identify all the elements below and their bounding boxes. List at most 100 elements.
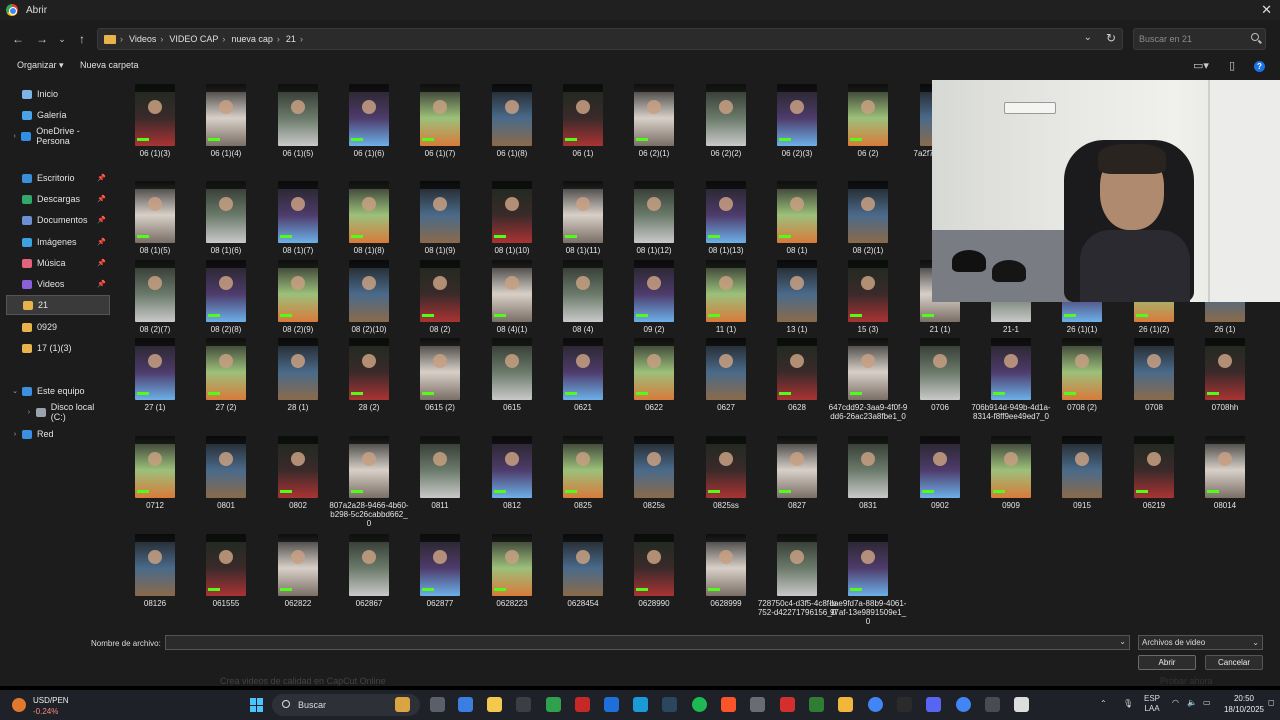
file-thumbnail[interactable] <box>706 436 746 498</box>
file-name[interactable]: 0712 <box>115 501 195 510</box>
file-name[interactable]: 06 (1)(5) <box>258 149 338 158</box>
brave-icon[interactable] <box>721 697 736 712</box>
file-name[interactable]: 0915 <box>1042 501 1122 510</box>
file-thumbnail[interactable] <box>777 260 817 322</box>
file-thumbnail[interactable] <box>1134 338 1174 400</box>
breadcrumb-21[interactable]: 21 <box>286 34 296 44</box>
file-thumbnail[interactable] <box>920 338 960 400</box>
file-name[interactable]: 21-1 <box>971 325 1051 334</box>
file-name[interactable]: 27 (2) <box>186 403 266 412</box>
file-thumbnail[interactable] <box>777 181 817 243</box>
epic-games-icon[interactable] <box>897 697 912 712</box>
file-name[interactable]: 728750c4-d3f5-4c8f-b752-d42271796156_0 <box>757 599 837 617</box>
file-name[interactable]: 26 (1)(1) <box>1042 325 1122 334</box>
sidebar-item-0929[interactable]: 0929 <box>6 317 110 337</box>
file-name[interactable]: 08 (1)(13) <box>686 246 766 255</box>
file-name[interactable]: 26 (1) <box>1185 325 1265 334</box>
sidebar-item-este-equipo[interactable]: ⌄ Este equipo <box>6 381 110 401</box>
sidebar-item-21[interactable]: 21 <box>6 295 110 315</box>
file-name[interactable]: 06 (2)(3) <box>757 149 837 158</box>
file-thumbnail[interactable] <box>991 436 1031 498</box>
file-name[interactable]: 06 (1)(6) <box>329 149 409 158</box>
sidebar-item-escritorio[interactable]: Escritorio 📌 <box>6 168 110 188</box>
file-thumbnail[interactable] <box>777 84 817 146</box>
notification-icon[interactable]: ◻ <box>1268 698 1275 707</box>
file-thumbnail[interactable] <box>492 436 532 498</box>
file-name[interactable]: 807a2a28-9466-4b60-b298-5c26cabbd662_0 <box>329 501 409 528</box>
cancel-button[interactable]: Cancelar <box>1205 655 1263 670</box>
file-thumbnail[interactable] <box>563 181 603 243</box>
file-name[interactable]: 28 (1) <box>258 403 338 412</box>
wifi-icon[interactable]: ◠ <box>1172 698 1179 707</box>
file-name[interactable]: 0827 <box>757 501 837 510</box>
file-name[interactable]: 0902 <box>900 501 980 510</box>
file-name[interactable]: 21 (1) <box>900 325 980 334</box>
sidebar-item-onedrive-persona[interactable]: › OneDrive - Persona <box>6 126 110 146</box>
file-name[interactable]: 08 (1)(6) <box>186 246 266 255</box>
chevron-up-icon[interactable]: ⌃ <box>1100 699 1107 708</box>
file-name[interactable]: 0825s <box>614 501 694 510</box>
file-thumbnail[interactable] <box>634 338 674 400</box>
back-icon[interactable]: ← <box>10 30 26 48</box>
file-thumbnail[interactable] <box>634 260 674 322</box>
file-name[interactable]: 0628990 <box>614 599 694 608</box>
file-name[interactable]: 06 (1)(7) <box>400 149 480 158</box>
file-thumbnail[interactable] <box>278 534 318 596</box>
file-name[interactable]: 06 (2) <box>828 149 908 158</box>
chrome-taskbar-icon[interactable] <box>868 697 883 712</box>
pin-icon[interactable]: 📌 <box>97 259 106 267</box>
file-thumbnail[interactable] <box>420 436 460 498</box>
file-thumbnail[interactable] <box>634 181 674 243</box>
file-thumbnail[interactable] <box>135 260 175 322</box>
edge-icon[interactable] <box>633 697 648 712</box>
file-thumbnail[interactable] <box>349 181 389 243</box>
file-thumbnail[interactable] <box>563 84 603 146</box>
sidebar-item-red[interactable]: › Red <box>6 424 110 444</box>
file-thumbnail[interactable] <box>920 436 960 498</box>
file-thumbnail[interactable] <box>492 181 532 243</box>
expand-chevron-icon[interactable]: › <box>24 409 34 416</box>
file-name[interactable]: 11 (1) <box>686 325 766 334</box>
file-thumbnail[interactable] <box>420 84 460 146</box>
file-thumbnail[interactable] <box>1062 436 1102 498</box>
file-name[interactable]: 08 (1)(5) <box>115 246 195 255</box>
file-name[interactable]: 15 (3) <box>828 325 908 334</box>
file-thumbnail[interactable] <box>848 534 888 596</box>
file-thumbnail[interactable] <box>135 181 175 243</box>
file-explorer-icon[interactable] <box>838 697 853 712</box>
file-name[interactable]: 08014 <box>1185 501 1265 510</box>
sidebar-item-17-1-3[interactable]: 17 (1)(3) <box>6 338 110 358</box>
file-thumbnail[interactable] <box>278 436 318 498</box>
forward-icon[interactable]: → <box>34 30 50 48</box>
file-name[interactable]: 08 (2) <box>400 325 480 334</box>
file-thumbnail[interactable] <box>492 84 532 146</box>
file-name[interactable]: 08 (2)(1) <box>828 246 908 255</box>
breadcrumb-nueva-cap[interactable]: nueva cap <box>231 34 273 44</box>
file-name[interactable]: 062822 <box>258 599 338 608</box>
file-name[interactable]: 08 (1)(9) <box>400 246 480 255</box>
file-name[interactable]: 0831 <box>828 501 908 510</box>
file-name[interactable]: 0622 <box>614 403 694 412</box>
file-name[interactable]: 08 (1)(10) <box>472 246 552 255</box>
chevron-down-icon[interactable]: ⌄ <box>1084 32 1092 43</box>
file-thumbnail[interactable] <box>777 534 817 596</box>
file-thumbnail[interactable] <box>848 436 888 498</box>
pin-icon[interactable]: 📌 <box>97 238 106 246</box>
sidebar-item-m-sica[interactable]: Música 📌 <box>6 253 110 273</box>
file-thumbnail[interactable] <box>349 260 389 322</box>
search-box[interactable] <box>1133 28 1266 50</box>
file-thumbnail[interactable] <box>206 260 246 322</box>
file-thumbnail[interactable] <box>848 181 888 243</box>
task-view-icon[interactable] <box>430 697 445 712</box>
file-thumbnail[interactable] <box>420 260 460 322</box>
address-bar[interactable]: › Videos › VIDEO CAP › nueva cap › 21 › … <box>97 28 1123 50</box>
file-name[interactable]: 08 (1)(8) <box>329 246 409 255</box>
language-indicator[interactable]: ESP LAA <box>1144 694 1160 714</box>
file-thumbnail[interactable] <box>634 534 674 596</box>
sidebar-item-descargas[interactable]: Descargas 📌 <box>6 189 110 209</box>
chrome-active-icon[interactable] <box>956 697 971 712</box>
app-red2-icon[interactable] <box>780 697 795 712</box>
file-name[interactable]: 0628999 <box>686 599 766 608</box>
file-name[interactable]: 0811 <box>400 501 480 510</box>
file-thumbnail[interactable] <box>278 84 318 146</box>
